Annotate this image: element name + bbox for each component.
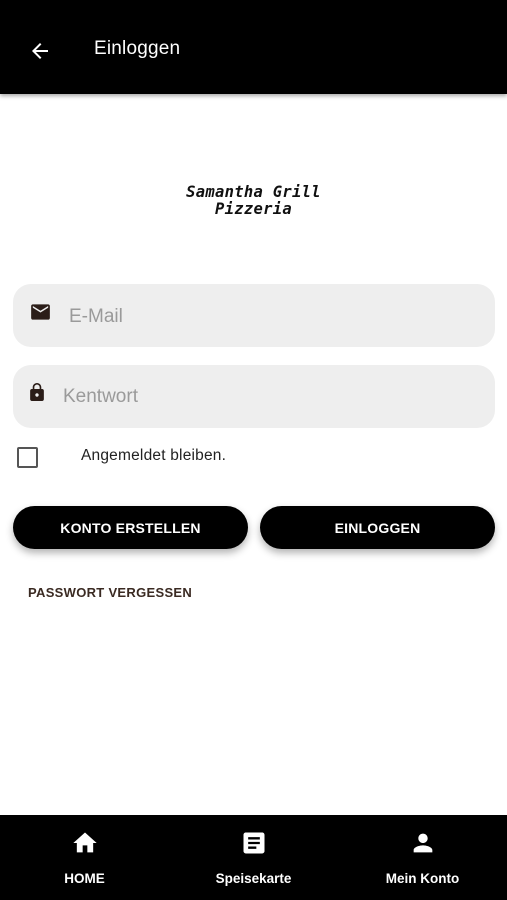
forgot-password-link[interactable]: PASSWORT VERGESSEN	[28, 585, 192, 600]
nav-item-home[interactable]: HOME	[0, 815, 169, 900]
login-button[interactable]: EINLOGGEN	[260, 506, 495, 549]
logo-line-1: Samantha Grill	[186, 183, 321, 201]
nav-label-home: HOME	[64, 871, 105, 886]
remember-label: Angemeldet bleiben.	[81, 447, 227, 464]
menu-document-icon	[240, 829, 268, 862]
nav-item-mein-konto[interactable]: Mein Konto	[338, 815, 507, 900]
page-title: Einloggen	[94, 38, 181, 59]
back-button[interactable]	[22, 33, 58, 69]
nav-item-speisekarte[interactable]: Speisekarte	[169, 815, 338, 900]
email-field[interactable]	[13, 284, 495, 348]
home-icon	[71, 829, 99, 862]
password-field[interactable]	[13, 365, 495, 428]
restaurant-logo: Samantha Grill Pizzeria	[0, 184, 507, 218]
logo-line-2: Pizzeria	[214, 200, 293, 218]
mail-icon	[30, 303, 51, 320]
person-icon	[409, 829, 437, 862]
arrow-left-icon	[32, 43, 48, 59]
nav-label-speisekarte: Speisekarte	[215, 871, 292, 886]
nav-label-mein-konto: Mein Konto	[385, 871, 460, 886]
remember-checkbox[interactable]	[17, 447, 38, 468]
password-input[interactable]	[63, 365, 483, 428]
bottom-navigation: HOME Speisekarte Mein Konto	[0, 815, 507, 900]
app-bar: Einloggen	[0, 0, 507, 94]
lock-icon	[30, 382, 44, 401]
create-account-button[interactable]: KONTO ERSTELLEN	[13, 506, 248, 549]
email-input[interactable]	[69, 285, 479, 348]
